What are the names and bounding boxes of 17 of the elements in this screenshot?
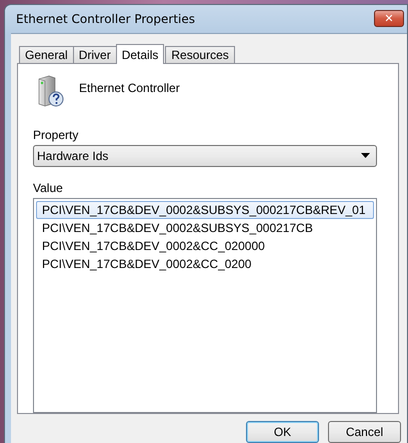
list-item[interactable]: PCI\VEN_17CB&DEV_0002&CC_0200 — [36, 254, 374, 273]
tab[interactable]: General — [19, 46, 74, 63]
list-item[interactable]: PCI\VEN_17CB&DEV_0002&SUBSYS_000217CB — [36, 218, 374, 237]
close-button[interactable]: ✕ — [374, 10, 404, 26]
tab[interactable]: Driver — [72, 46, 117, 63]
tab[interactable]: Details — [116, 44, 164, 64]
property-dropdown[interactable]: Hardware Ids — [33, 145, 377, 167]
cancel-button[interactable]: Cancel — [328, 421, 401, 443]
tab[interactable]: Resources — [165, 46, 235, 63]
list-item[interactable]: PCI\VEN_17CB&DEV_0002&CC_020000 — [36, 236, 374, 255]
value-label: Value — [33, 180, 64, 195]
list-item[interactable]: PCI\VEN_17CB&DEV_0002&SUBSYS_000217CB&REV_01 — [36, 200, 374, 219]
ok-button[interactable]: OK — [246, 421, 319, 443]
device-name: Ethernet Controller — [79, 81, 180, 95]
dropdown-arrow-icon — [361, 153, 370, 158]
window-title: Ethernet Controller Properties — [16, 12, 195, 26]
property-label: Property — [33, 128, 80, 142]
